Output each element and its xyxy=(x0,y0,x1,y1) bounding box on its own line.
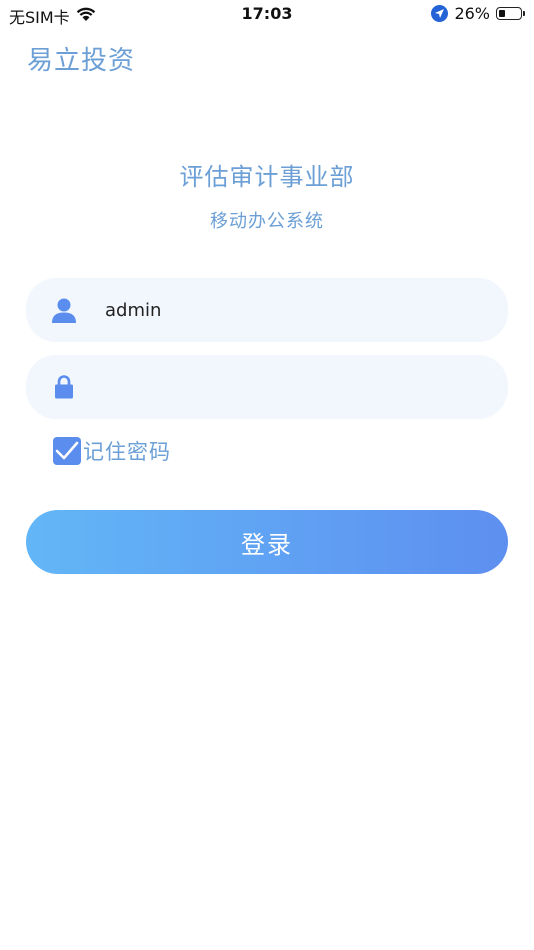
username-input[interactable] xyxy=(103,298,487,322)
remember-password[interactable]: 记住密码 xyxy=(53,436,171,466)
status-bar: 无SIM卡 17:03 26% xyxy=(0,0,534,28)
password-input[interactable] xyxy=(103,375,487,399)
remember-checkbox[interactable] xyxy=(53,437,81,465)
battery-percent: 26% xyxy=(454,4,490,23)
password-field[interactable] xyxy=(26,355,508,419)
location-icon xyxy=(431,5,449,22)
page-title: 评估审计事业部 xyxy=(179,163,355,191)
login-button[interactable]: 登录 xyxy=(26,510,508,574)
user-icon xyxy=(51,297,77,323)
lock-icon xyxy=(51,374,77,400)
status-right: 26% xyxy=(431,4,525,23)
username-field[interactable] xyxy=(26,278,508,342)
checkmark-icon xyxy=(55,441,79,460)
brand-name: 易立投资 xyxy=(27,46,136,76)
page-subtitle: 移动办公系统 xyxy=(210,211,324,232)
remember-label: 记住密码 xyxy=(83,440,171,464)
battery-icon xyxy=(496,7,525,20)
